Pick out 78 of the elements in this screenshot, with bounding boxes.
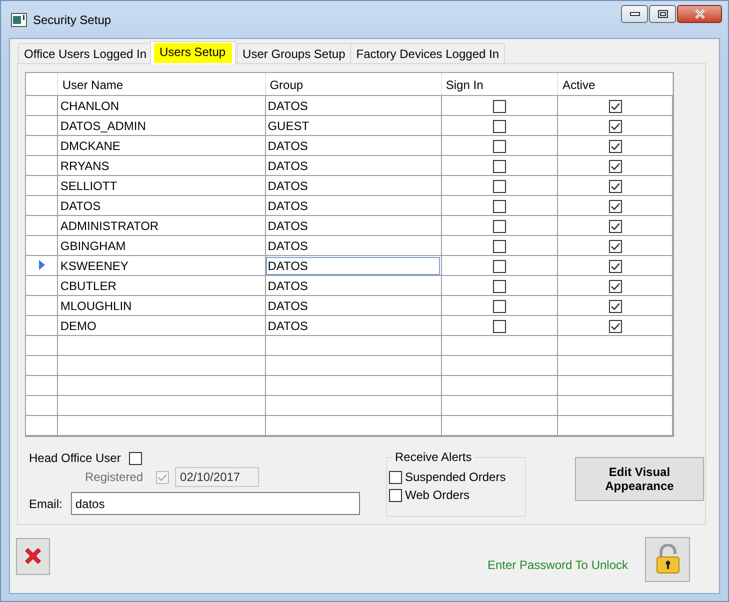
checkbox[interactable] [493, 140, 506, 153]
tab[interactable]: Factory Devices Logged In [350, 43, 506, 64]
table-cell: DATOS_ADMIN [58, 116, 266, 136]
checkbox[interactable] [493, 320, 506, 333]
maximize-icon [658, 10, 668, 18]
tab[interactable]: Office Users Logged In [18, 43, 153, 64]
checkbox[interactable] [608, 240, 622, 253]
checkbox[interactable] [608, 300, 622, 313]
edit-appearance-button[interactable]: Edit Visual Appearance [575, 457, 704, 501]
checkbox[interactable] [608, 260, 622, 273]
checkbox[interactable] [608, 280, 622, 293]
table-cell: ADMINISTRATOR [58, 216, 266, 236]
close-icon [694, 8, 706, 18]
table-cell: KSWEENEY [58, 256, 266, 276]
email-field[interactable]: datos [71, 492, 360, 515]
table-cell: GUEST [265, 116, 442, 136]
table-cell: DATOS [265, 176, 442, 196]
window-title: Security Setup [33, 12, 112, 26]
table-cell: DATOS [265, 216, 442, 236]
close-button[interactable] [677, 4, 722, 22]
column-header[interactable]: Active [558, 74, 672, 96]
checkbox[interactable] [493, 280, 506, 293]
table-cell: MLOUGHLIN [58, 296, 266, 316]
group-title: Receive Alerts [394, 450, 473, 464]
table-cell: CHANLON [58, 96, 266, 116]
checkbox[interactable] [608, 140, 622, 153]
column-header[interactable]: Sign In [441, 74, 558, 96]
checkbox-label[interactable]: Suspended Orders [405, 470, 506, 484]
checkbox[interactable] [493, 240, 506, 253]
table-cell: DEMO [58, 316, 266, 336]
table-cell: DATOS [265, 256, 442, 276]
checkbox[interactable] [493, 200, 506, 213]
table-cell: DATOS [265, 296, 442, 316]
table-cell: DATOS [265, 236, 442, 256]
table-cell: CBUTLER [58, 276, 266, 296]
table-cell: DATOS [58, 196, 266, 216]
delete-button[interactable] [16, 538, 50, 574]
checkbox[interactable] [608, 220, 622, 233]
checkbox[interactable] [493, 180, 506, 193]
field-label: Registered [85, 470, 144, 484]
table-cell: SELLIOTT [58, 176, 266, 196]
minimize-button[interactable] [621, 4, 648, 22]
table-cell: RRYANS [58, 156, 266, 176]
lock-message: Enter Password To Unlock [487, 558, 628, 572]
checkbox[interactable] [493, 300, 506, 313]
maximize-button[interactable] [649, 4, 676, 22]
checkbox[interactable] [493, 120, 506, 133]
checkbox[interactable] [493, 220, 506, 233]
column-header[interactable]: User Name [58, 74, 266, 96]
checkbox[interactable] [128, 452, 142, 464]
table-cell: DATOS [265, 196, 442, 216]
checkbox[interactable] [608, 180, 622, 193]
table-cell: DATOS [265, 136, 442, 156]
checkbox[interactable] [493, 100, 506, 113]
checkbox-label[interactable]: Web Orders [405, 488, 470, 502]
tab[interactable]: User Groups Setup [236, 43, 352, 64]
table-cell: DATOS [265, 276, 442, 296]
field-label: Email: [29, 496, 62, 510]
checkbox[interactable] [608, 120, 622, 133]
table-cell: GBINGHAM [58, 236, 266, 256]
table-cell: DATOS [265, 96, 442, 116]
checkbox[interactable] [608, 200, 622, 213]
app-icon [11, 12, 27, 26]
padlock-icon [654, 544, 680, 574]
checkbox[interactable] [389, 470, 402, 484]
table-cell: DATOS [265, 316, 442, 336]
minimize-icon [630, 12, 640, 16]
checkbox[interactable] [493, 160, 506, 173]
table-cell: DATOS [265, 156, 442, 176]
field-label: Head Office User [29, 451, 121, 465]
checkbox[interactable] [608, 160, 622, 173]
checkbox[interactable] [608, 100, 622, 113]
checkbox[interactable] [493, 260, 506, 273]
checkbox[interactable] [608, 320, 622, 333]
tab[interactable]: Users Setup [150, 41, 236, 64]
checkbox[interactable] [389, 488, 402, 502]
column-header[interactable]: Group [265, 74, 442, 96]
table-cell: DMCKANE [58, 136, 266, 156]
